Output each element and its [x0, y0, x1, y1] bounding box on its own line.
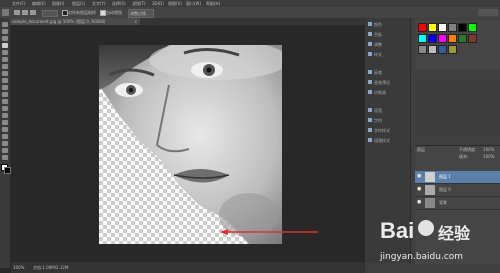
status-bar: 100% 文档:1.06M/2.12M [11, 262, 365, 273]
document-info[interactable]: 文档:1.06M/2.12M [33, 265, 68, 270]
collapsed-item-character-styles[interactable]: 字符样式 [374, 128, 390, 134]
fill-label: 填充: [459, 154, 469, 159]
collapsed-item-adjustments[interactable]: 调整 [374, 42, 382, 48]
layer-row[interactable]: ● 背景 [415, 197, 500, 210]
opacity-value[interactable]: 100% [483, 147, 494, 152]
swatch-black[interactable] [458, 23, 467, 32]
swatch-orange[interactable] [448, 34, 457, 43]
collapsed-item-brush[interactable]: 画笔 [374, 70, 382, 76]
visibility-eye-icon[interactable]: ● [417, 187, 422, 192]
character-panel-icon[interactable] [368, 118, 372, 122]
layer-name: 图层 1 [439, 174, 451, 179]
swatch-green[interactable] [468, 23, 477, 32]
zoom-level[interactable]: 100% [13, 265, 24, 270]
swatches-panel [415, 20, 500, 70]
color-panel-icon[interactable] [368, 22, 372, 26]
swatch-olive[interactable] [448, 45, 457, 54]
swatch-red[interactable] [418, 23, 427, 32]
paw-icon [418, 220, 434, 236]
swatch-light-gray[interactable] [428, 45, 437, 54]
collapsed-item-character[interactable]: 字符 [374, 118, 382, 124]
collapsed-item-clone-source[interactable]: 仿制源 [374, 90, 386, 96]
collapsed-item-styles[interactable]: 样式 [374, 52, 382, 58]
brush-presets-panel-icon[interactable] [368, 80, 372, 84]
layer-row[interactable]: ● 图层 0 [415, 184, 500, 197]
styles-panel-icon[interactable] [368, 52, 372, 56]
layer-thumbnail [425, 172, 435, 182]
swatch-cyan[interactable] [418, 34, 427, 43]
swatch-blue[interactable] [428, 34, 437, 43]
swatch-magenta[interactable] [438, 34, 447, 43]
opacity-label: 不透明度: [459, 147, 477, 152]
collapsed-item-brush-presets[interactable]: 画笔预设 [374, 80, 390, 86]
layer-name: 背景 [439, 200, 447, 205]
paragraph-panel-icon[interactable] [368, 108, 372, 112]
collapsed-item-color[interactable]: 颜色 [374, 22, 382, 28]
brush-panel-icon[interactable] [368, 70, 372, 74]
collapsed-item-paragraph-styles[interactable]: 段落样式 [374, 138, 390, 144]
swatch-dark-green[interactable] [458, 34, 467, 43]
watermark-brand-cn: 经验 [438, 224, 471, 243]
swatch-white[interactable] [438, 23, 447, 32]
layer-name: 图层 0 [439, 187, 451, 192]
collapsed-item-paragraph[interactable]: 段落 [374, 108, 382, 114]
watermark-brand: Bai [380, 218, 415, 243]
adjustments-panel [415, 74, 500, 139]
swatch-gray[interactable] [448, 23, 457, 32]
visibility-eye-icon[interactable]: ● [417, 200, 422, 205]
fill-value[interactable]: 100% [483, 154, 494, 159]
watermark-url: jingyan.baidu.com [380, 252, 464, 262]
clone-source-panel-icon[interactable] [368, 90, 372, 94]
visibility-eye-icon[interactable]: ● [417, 174, 422, 179]
collapsed-item-swatches[interactable]: 色板 [374, 32, 382, 38]
swatch-yellow[interactable] [428, 23, 437, 32]
baidu-watermark: Bai 经验 jingyan.baidu.com [380, 218, 500, 273]
layers-panel-title[interactable]: 图层 [417, 147, 425, 152]
swatch-navy[interactable] [438, 45, 447, 54]
paragraph-styles-panel-icon[interactable] [368, 138, 372, 142]
swatches-panel-icon[interactable] [368, 32, 372, 36]
adjustments-panel-icon[interactable] [368, 42, 372, 46]
layer-row[interactable]: ● 图层 1 [415, 171, 500, 184]
layer-thumbnail [425, 198, 435, 208]
character-styles-panel-icon[interactable] [368, 128, 372, 132]
swatch-brown[interactable] [468, 34, 477, 43]
swatch-mid-gray[interactable] [418, 45, 427, 54]
layer-thumbnail [425, 185, 435, 195]
arrow-canvas-head [220, 229, 228, 235]
